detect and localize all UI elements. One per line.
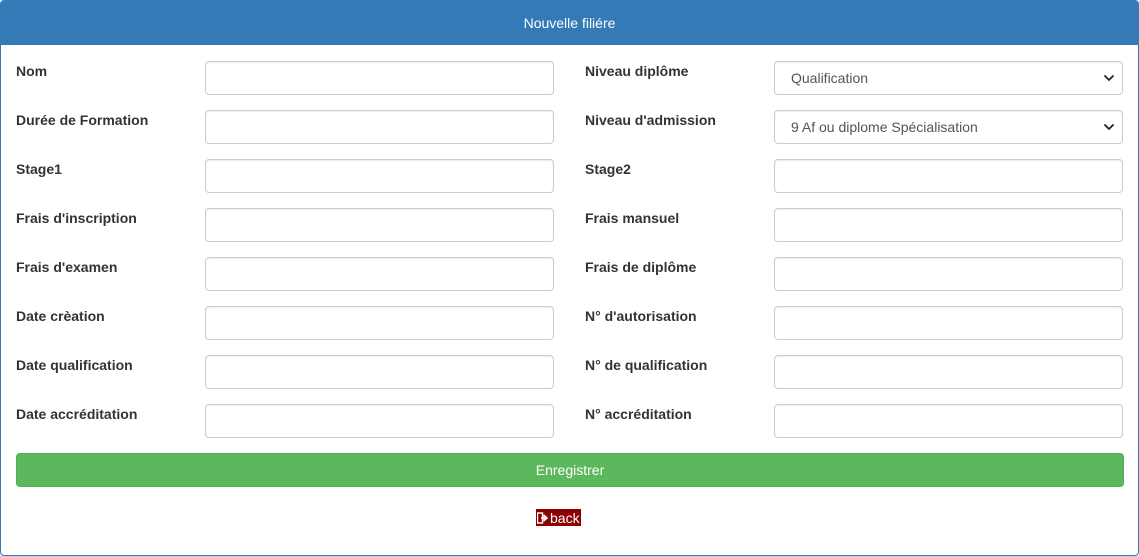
- niveau-diplome-select[interactable]: Qualification: [774, 61, 1123, 95]
- stage1-input[interactable]: [205, 159, 554, 193]
- stage2-label: Stage2: [585, 161, 631, 177]
- new-filiere-panel: Nouvelle filiére Nom Durée de Formation …: [0, 0, 1139, 556]
- num-autorisation-label: N° d'autorisation: [585, 308, 697, 324]
- date-accreditation-input[interactable]: [205, 404, 554, 438]
- date-qualification-label: Date qualification: [16, 357, 133, 373]
- num-accreditation-input[interactable]: [774, 404, 1123, 438]
- duree-formation-label: Durée de Formation: [16, 112, 149, 128]
- back-link[interactable]: back: [536, 509, 581, 526]
- back-label: back: [550, 509, 580, 526]
- frais-mansuel-input[interactable]: [774, 208, 1123, 242]
- niveau-admission-select[interactable]: 9 Af ou diplome Spécialisation: [774, 110, 1123, 144]
- date-creation-input[interactable]: [205, 306, 554, 340]
- nom-input[interactable]: [205, 61, 554, 95]
- frais-inscription-label: Frais d'inscription: [16, 210, 137, 226]
- stage1-label: Stage1: [16, 161, 62, 177]
- duree-formation-input[interactable]: [205, 110, 554, 144]
- panel-heading: Nouvelle filiére: [1, 1, 1138, 45]
- num-accreditation-label: N° accréditation: [585, 406, 692, 422]
- niveau-diplome-label: Niveau diplôme: [585, 63, 689, 79]
- num-qualification-label: N° de qualification: [585, 357, 708, 373]
- frais-diplome-label: Frais de diplôme: [585, 259, 697, 275]
- sign-out-icon: [537, 511, 548, 524]
- date-qualification-input[interactable]: [205, 355, 554, 389]
- nom-label: Nom: [16, 63, 48, 79]
- stage2-input[interactable]: [774, 159, 1123, 193]
- num-qualification-input[interactable]: [774, 355, 1123, 389]
- frais-mansuel-label: Frais mansuel: [585, 210, 680, 226]
- save-button[interactable]: Enregistrer: [16, 453, 1124, 487]
- niveau-admission-select-wrapper: 9 Af ou diplome Spécialisation: [774, 110, 1123, 144]
- niveau-diplome-select-wrapper: Qualification: [774, 61, 1123, 95]
- date-creation-label: Date crèation: [16, 308, 105, 324]
- date-accreditation-label: Date accréditation: [16, 406, 138, 422]
- frais-examen-label: Frais d'examen: [16, 259, 118, 275]
- frais-diplome-input[interactable]: [774, 257, 1123, 291]
- frais-examen-input[interactable]: [205, 257, 554, 291]
- frais-inscription-input[interactable]: [205, 208, 554, 242]
- panel-title: Nouvelle filiére: [523, 15, 616, 31]
- niveau-admission-label: Niveau d'admission: [585, 112, 716, 128]
- num-autorisation-input[interactable]: [774, 306, 1123, 340]
